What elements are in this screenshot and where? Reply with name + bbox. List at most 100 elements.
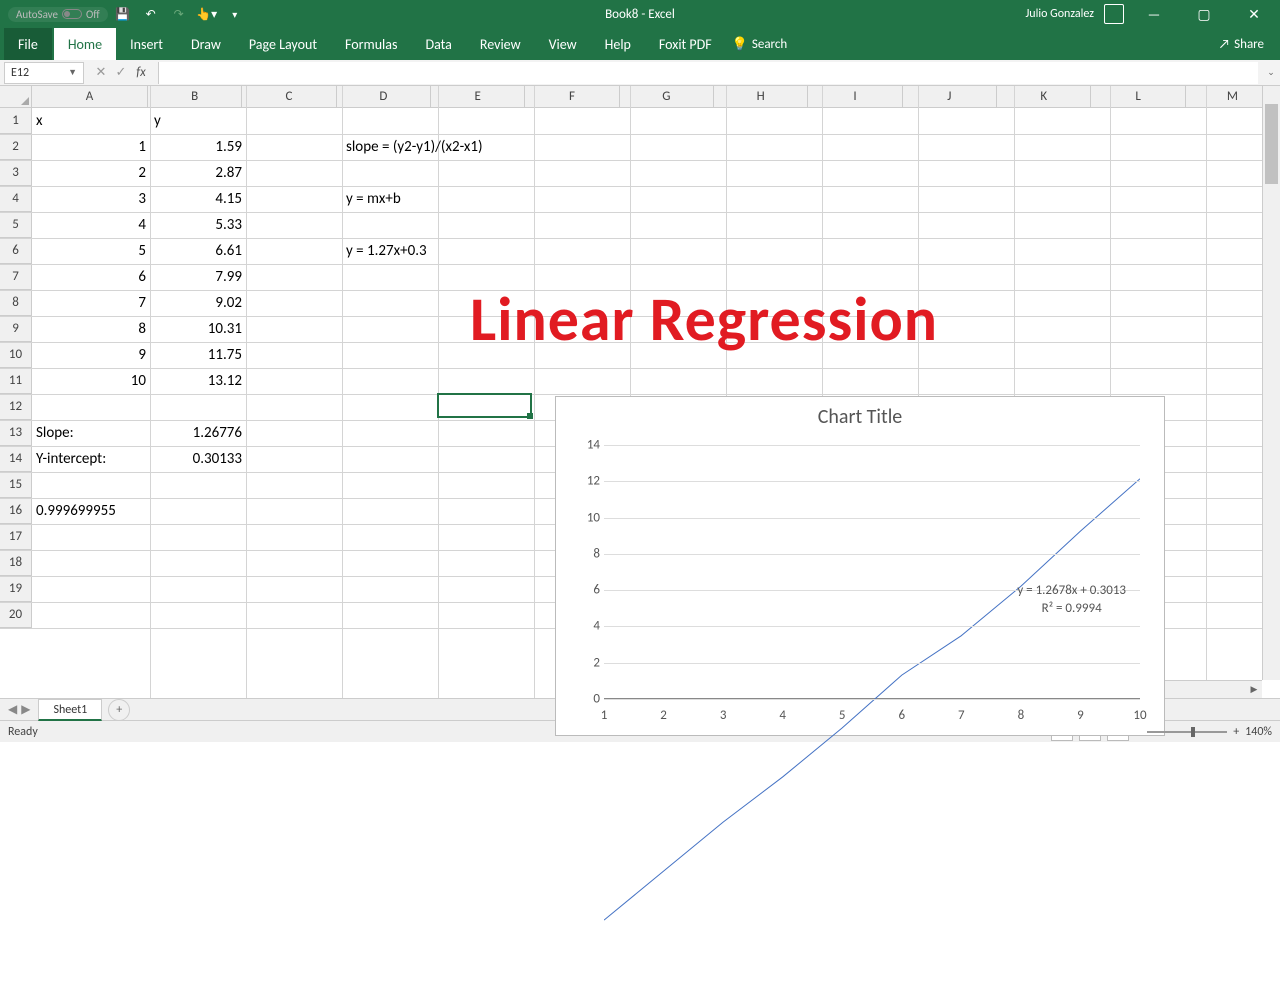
- column-header-G[interactable]: G: [620, 86, 714, 107]
- share-button[interactable]: ↗ Share: [1219, 37, 1276, 52]
- save-icon[interactable]: 💾: [110, 2, 136, 26]
- cell-B2[interactable]: 1.59: [150, 134, 246, 160]
- cell-A16[interactable]: 0.999699955: [32, 498, 150, 524]
- cell-B9[interactable]: 10.31: [150, 316, 246, 342]
- cell-B8[interactable]: 9.02: [150, 290, 246, 316]
- column-header-J[interactable]: J: [903, 86, 997, 107]
- touch-mode-icon[interactable]: 👆▾: [194, 2, 220, 26]
- row-header-14[interactable]: 14: [0, 446, 31, 472]
- row-header-9[interactable]: 9: [0, 316, 31, 342]
- zoom-in-button[interactable]: +: [1233, 725, 1239, 739]
- row-header-18[interactable]: 18: [0, 550, 31, 576]
- tab-help[interactable]: Help: [591, 28, 645, 60]
- column-header-L[interactable]: L: [1091, 86, 1185, 107]
- spreadsheet-grid[interactable]: ABCDEFGHIJKLM 12345678910111213141516171…: [0, 86, 1280, 698]
- autosave-toggle[interactable]: AutoSave Off: [8, 7, 108, 22]
- cell-B14[interactable]: 0.30133: [150, 446, 246, 472]
- column-header-A[interactable]: A: [32, 86, 148, 107]
- qat-customize-icon[interactable]: ▾: [222, 2, 248, 26]
- select-all-triangle[interactable]: [0, 86, 32, 108]
- row-header-5[interactable]: 5: [0, 212, 31, 238]
- sheet-nav-prev-icon[interactable]: ◀: [8, 702, 17, 717]
- cell-D4[interactable]: y = mx+b: [342, 186, 642, 212]
- row-header-15[interactable]: 15: [0, 472, 31, 498]
- row-header-4[interactable]: 4: [0, 186, 31, 212]
- cell-A11[interactable]: 10: [32, 368, 150, 394]
- row-header-2[interactable]: 2: [0, 134, 31, 160]
- column-header-D[interactable]: D: [337, 86, 431, 107]
- cell-A13[interactable]: Slope:: [32, 420, 150, 446]
- zoom-percent[interactable]: 140%: [1245, 725, 1272, 739]
- tab-formulas[interactable]: Formulas: [331, 28, 411, 60]
- column-header-E[interactable]: E: [431, 86, 525, 107]
- name-box-dropdown-icon[interactable]: ▼: [68, 67, 77, 78]
- row-header-12[interactable]: 12: [0, 394, 31, 420]
- cell-A2[interactable]: 1: [32, 134, 150, 160]
- tab-foxit-pdf[interactable]: Foxit PDF: [645, 28, 726, 60]
- name-box[interactable]: E12 ▼: [4, 62, 84, 84]
- column-header-K[interactable]: K: [997, 86, 1091, 107]
- column-header-I[interactable]: I: [808, 86, 902, 107]
- tab-draw[interactable]: Draw: [177, 28, 235, 60]
- tab-view[interactable]: View: [535, 28, 591, 60]
- close-button[interactable]: ✕: [1234, 0, 1274, 28]
- cell-A3[interactable]: 2: [32, 160, 150, 186]
- tab-review[interactable]: Review: [466, 28, 535, 60]
- chart-title[interactable]: Chart Title: [556, 397, 1164, 437]
- cell-B4[interactable]: 4.15: [150, 186, 246, 212]
- row-header-1[interactable]: 1: [0, 108, 31, 134]
- add-sheet-button[interactable]: +: [108, 699, 130, 721]
- cell-B7[interactable]: 7.99: [150, 264, 246, 290]
- username[interactable]: Julio Gonzalez: [1025, 7, 1094, 21]
- column-header-H[interactable]: H: [714, 86, 808, 107]
- row-header-13[interactable]: 13: [0, 420, 31, 446]
- column-headers[interactable]: ABCDEFGHIJKLM: [32, 86, 1280, 108]
- row-headers[interactable]: 1234567891011121314151617181920: [0, 108, 32, 628]
- cell-A5[interactable]: 4: [32, 212, 150, 238]
- cell-A1[interactable]: x: [32, 108, 150, 134]
- cell-A14[interactable]: Y-intercept:: [32, 446, 150, 472]
- cell-A6[interactable]: 5: [32, 238, 150, 264]
- chart-plot-area[interactable]: 0246810121412345678910: [604, 445, 1140, 699]
- cell-A7[interactable]: 6: [32, 264, 150, 290]
- tell-me-search[interactable]: 💡 Search: [732, 37, 788, 52]
- formula-bar[interactable]: [158, 62, 1258, 84]
- fx-icon[interactable]: fx: [132, 65, 150, 80]
- user-avatar-icon[interactable]: [1104, 4, 1124, 24]
- tab-data[interactable]: Data: [411, 28, 465, 60]
- row-header-19[interactable]: 19: [0, 576, 31, 602]
- row-header-6[interactable]: 6: [0, 238, 31, 264]
- row-header-17[interactable]: 17: [0, 524, 31, 550]
- row-header-10[interactable]: 10: [0, 342, 31, 368]
- cell-D2[interactable]: slope = (y2-y1)/(x2-x1): [342, 134, 642, 160]
- row-header-7[interactable]: 7: [0, 264, 31, 290]
- column-header-C[interactable]: C: [242, 86, 336, 107]
- cell-B10[interactable]: 11.75: [150, 342, 246, 368]
- row-header-8[interactable]: 8: [0, 290, 31, 316]
- zoom-slider[interactable]: [1147, 731, 1227, 733]
- enter-formula-icon[interactable]: ✓: [112, 65, 130, 80]
- row-header-3[interactable]: 3: [0, 160, 31, 186]
- column-header-B[interactable]: B: [148, 86, 242, 107]
- row-header-20[interactable]: 20: [0, 602, 31, 628]
- undo-icon[interactable]: ↶: [138, 2, 164, 26]
- embedded-chart[interactable]: Chart Title 0246810121412345678910 y = 1…: [555, 396, 1165, 736]
- sheet-tab-sheet1[interactable]: Sheet1: [38, 699, 102, 721]
- formula-bar-expand-icon[interactable]: ⌄: [1262, 67, 1280, 78]
- column-header-F[interactable]: F: [525, 86, 619, 107]
- row-header-11[interactable]: 11: [0, 368, 31, 394]
- minimize-button[interactable]: —: [1134, 0, 1174, 28]
- redo-icon[interactable]: ↷: [166, 2, 192, 26]
- tab-page-layout[interactable]: Page Layout: [235, 28, 331, 60]
- cancel-formula-icon[interactable]: ✕: [92, 65, 110, 80]
- cell-D6[interactable]: y = 1.27x+0.3: [342, 238, 642, 264]
- vertical-scrollbar[interactable]: [1262, 86, 1280, 680]
- cell-B5[interactable]: 5.33: [150, 212, 246, 238]
- cell-A8[interactable]: 7: [32, 290, 150, 316]
- cell-A10[interactable]: 9: [32, 342, 150, 368]
- cell-A4[interactable]: 3: [32, 186, 150, 212]
- cell-B11[interactable]: 13.12: [150, 368, 246, 394]
- row-header-16[interactable]: 16: [0, 498, 31, 524]
- maximize-button[interactable]: ▢: [1184, 0, 1224, 28]
- cell-B13[interactable]: 1.26776: [150, 420, 246, 446]
